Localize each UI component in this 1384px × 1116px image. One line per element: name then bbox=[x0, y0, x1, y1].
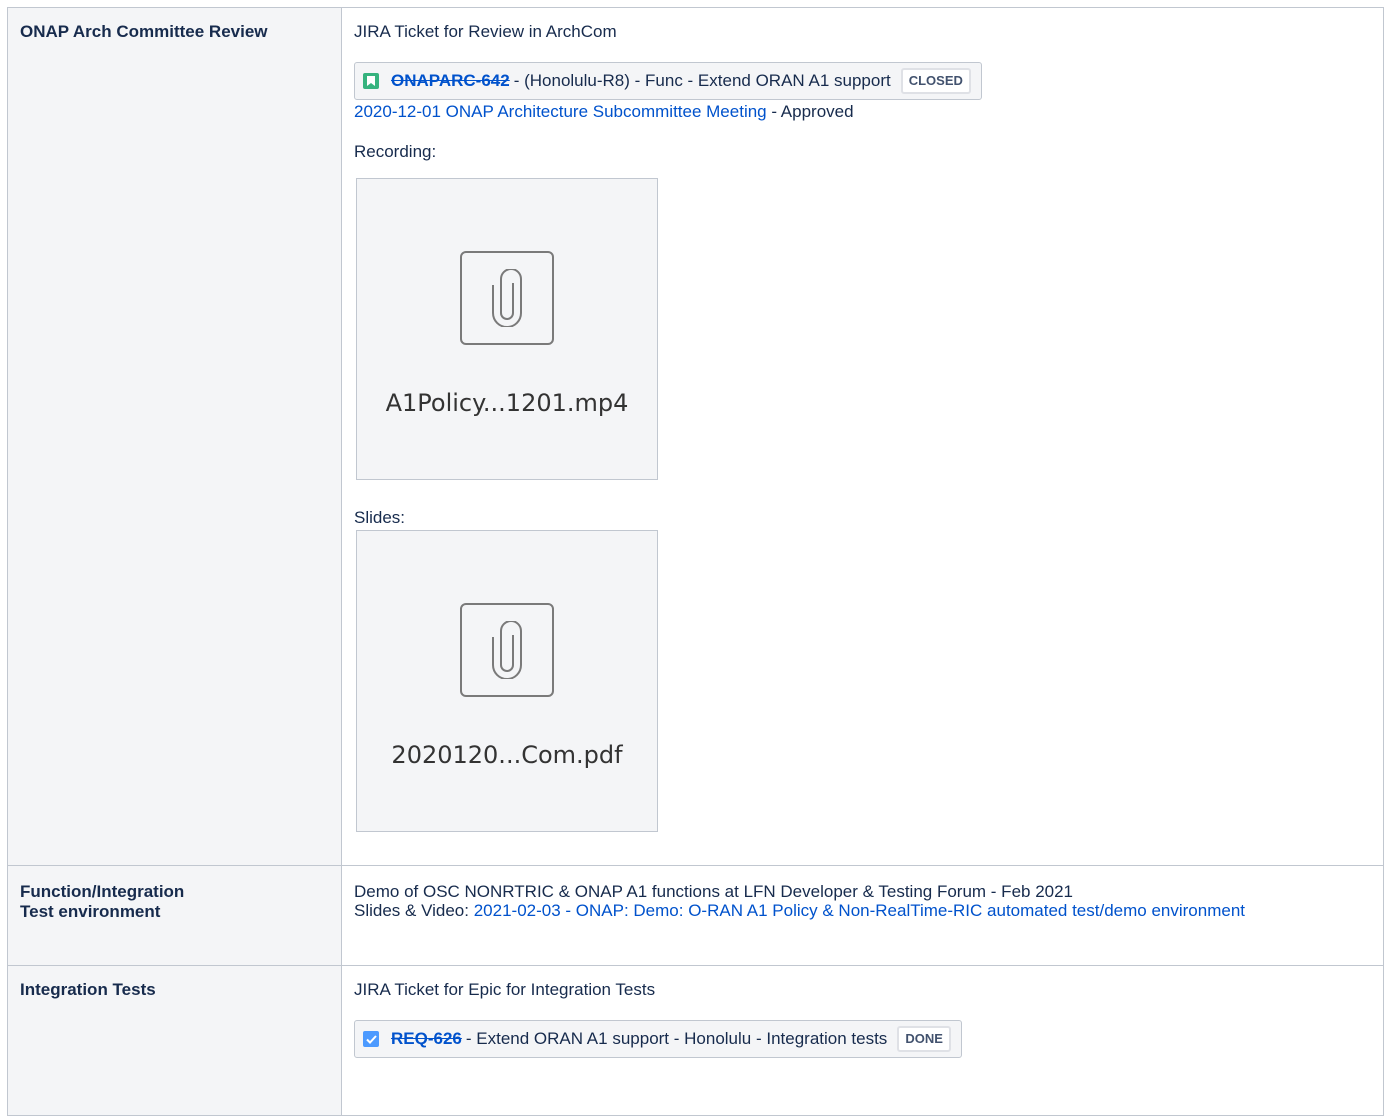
recording-attachment-thumbnail[interactable]: A1Policy...1201.mp4 bbox=[356, 178, 658, 480]
row-header-label-line2: Test environment bbox=[20, 902, 161, 921]
jira-issue-macro[interactable]: ONAPARC-642 - (Honolulu-R8) - Func - Ext… bbox=[354, 62, 982, 100]
row-header-label-line1: Function/Integration bbox=[20, 882, 185, 901]
row-header-integration-tests: Integration Tests bbox=[7, 965, 342, 1116]
info-table: ONAP Arch Committee Review JIRA Ticket f… bbox=[7, 7, 1384, 1116]
paperclip-icon bbox=[460, 603, 554, 697]
row-body-integration-tests: JIRA Ticket for Epic for Integration Tes… bbox=[341, 965, 1384, 1116]
story-icon bbox=[363, 73, 379, 89]
table-row: Function/Integration Test environment De… bbox=[7, 865, 1384, 966]
row-body-test-env: Demo of OSC NONRTRIC & ONAP A1 functions… bbox=[341, 865, 1384, 966]
recording-label: Recording: bbox=[354, 142, 437, 161]
slides-video-prefix: Slides & Video: bbox=[354, 901, 474, 920]
jira-issue-key-link[interactable]: REQ-626 bbox=[391, 1029, 462, 1049]
paperclip-icon bbox=[460, 251, 554, 345]
row-header-arch-review: ONAP Arch Committee Review bbox=[7, 7, 342, 866]
table-row: Integration Tests JIRA Ticket for Epic f… bbox=[7, 965, 1384, 1116]
row-body-arch-review: JIRA Ticket for Review in ArchCom ONAPAR… bbox=[341, 7, 1384, 866]
recording-filename: A1Policy...1201.mp4 bbox=[385, 389, 629, 417]
task-checkbox-icon bbox=[363, 1031, 379, 1047]
jira-issue-summary: - (Honolulu-R8) - Func - Extend ORAN A1 … bbox=[513, 71, 891, 90]
table-row: ONAP Arch Committee Review JIRA Ticket f… bbox=[7, 7, 1384, 866]
demo-page-link[interactable]: 2021-02-03 - ONAP: Demo: O-RAN A1 Policy… bbox=[474, 901, 1245, 920]
row-header-label: ONAP Arch Committee Review bbox=[20, 22, 268, 41]
jira-issue-summary: - Extend ORAN A1 support - Honolulu - In… bbox=[465, 1029, 888, 1048]
arch-intro-text: JIRA Ticket for Review in ArchCom bbox=[354, 22, 617, 41]
slides-attachment-thumbnail[interactable]: 2020120...Com.pdf bbox=[356, 530, 658, 832]
demo-description: Demo of OSC NONRTRIC & ONAP A1 functions… bbox=[354, 882, 1074, 901]
meeting-status-text: - Approved bbox=[766, 102, 854, 121]
status-badge: DONE bbox=[897, 1026, 951, 1052]
row-header-label: Integration Tests bbox=[20, 980, 156, 999]
jira-issue-macro[interactable]: REQ-626 - Extend ORAN A1 support - Honol… bbox=[354, 1020, 962, 1058]
integration-intro-text: JIRA Ticket for Epic for Integration Tes… bbox=[354, 980, 656, 999]
row-header-test-env: Function/Integration Test environment bbox=[7, 865, 342, 966]
slides-filename: 2020120...Com.pdf bbox=[391, 741, 623, 769]
status-badge: CLOSED bbox=[900, 68, 971, 94]
meeting-link[interactable]: 2020-12-01 ONAP Architecture Subcommitte… bbox=[354, 102, 767, 121]
jira-issue-key-link[interactable]: ONAPARC-642 bbox=[391, 71, 510, 91]
slides-label: Slides: bbox=[354, 508, 406, 527]
